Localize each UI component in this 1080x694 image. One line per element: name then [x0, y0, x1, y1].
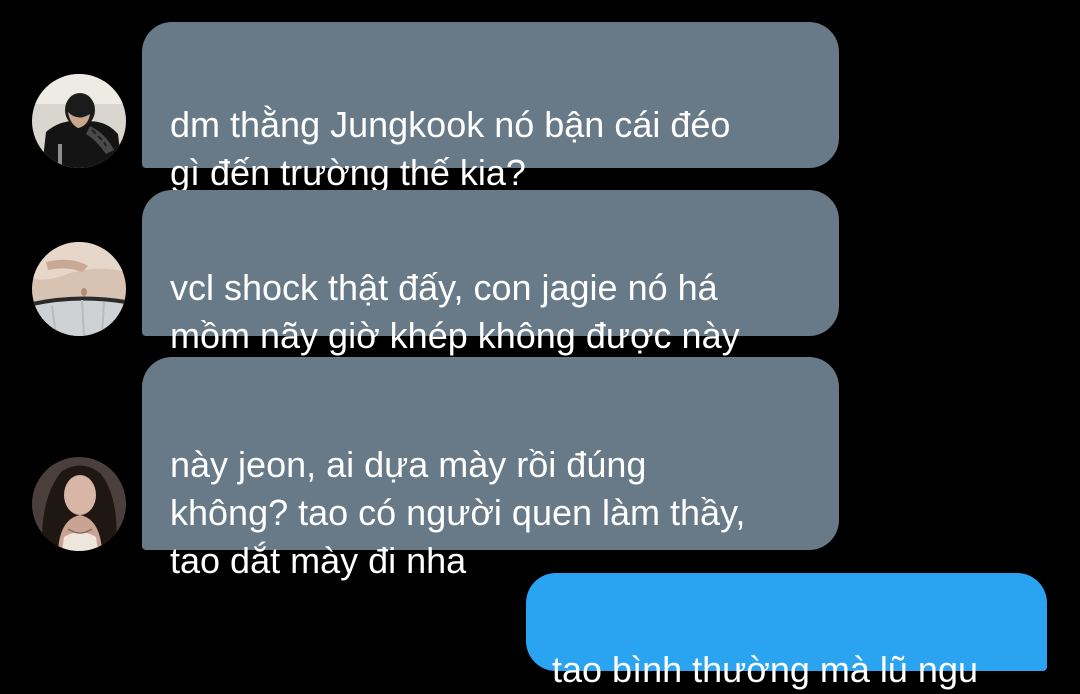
avatar-girl-portrait-icon: [32, 457, 126, 551]
message-text: vcl shock thật đấy, con jagie nó há mồm …: [170, 267, 740, 356]
message-bubble-incoming[interactable]: dm thằng Jungkook nó bận cái đéo gì đến …: [142, 22, 839, 193]
message-text: tao bình thường mà lũ ngu: [552, 649, 978, 690]
avatar[interactable]: [32, 242, 126, 336]
avatar[interactable]: [32, 74, 126, 168]
message-bubble-incoming[interactable]: vcl shock thật đấy, con jagie nó há mồm …: [142, 190, 839, 356]
message-text: này jeon, ai dựa mày rồi đúng không? tao…: [170, 444, 746, 581]
avatar-boy-with-tattoo-icon: [32, 74, 126, 168]
message-bubble-incoming[interactable]: này jeon, ai dựa mày rồi đúng không? tao…: [142, 357, 839, 581]
avatar-waist-photo-icon: [32, 242, 126, 336]
message-text: dm thằng Jungkook nó bận cái đéo gì đến …: [170, 104, 731, 193]
avatar[interactable]: [32, 457, 126, 551]
message-bubble-outgoing[interactable]: tao bình thường mà lũ ngu: [526, 573, 1047, 690]
